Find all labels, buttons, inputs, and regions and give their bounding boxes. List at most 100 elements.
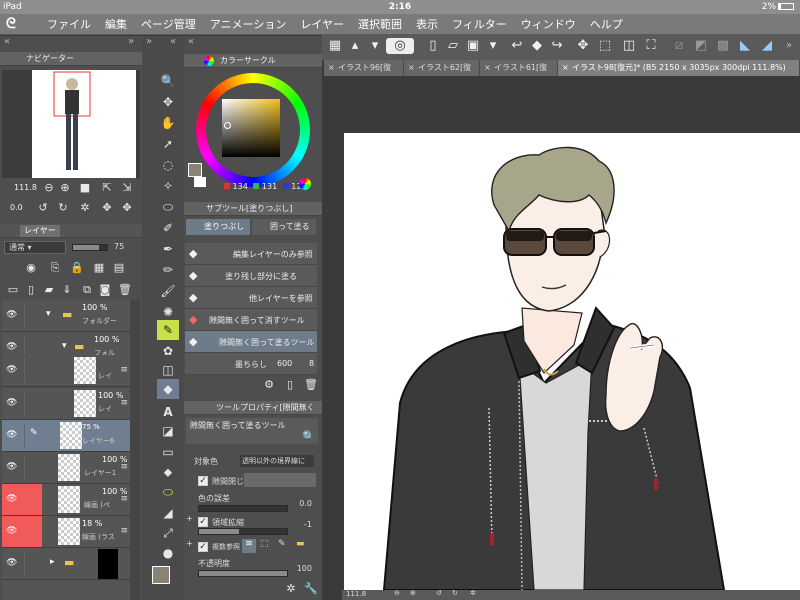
gap-size-selector[interactable] (244, 473, 316, 487)
pen-tool-icon[interactable]: ✒ (157, 239, 179, 259)
subtool-item-selected[interactable]: ◆ 隙間無く囲って塗るツール (185, 331, 317, 353)
layer-menu-icon[interactable]: ≡ (120, 494, 128, 504)
fit-icon[interactable]: ■ (78, 181, 92, 195)
figure-tool-icon[interactable]: ⬭ (157, 482, 179, 502)
gap-close-checkbox[interactable]: ✓ (198, 476, 208, 486)
layer-row[interactable]: 👁 ▾ ▬ 100 % フォルダー (2, 300, 130, 332)
invert-selection-icon[interactable]: ◩ (692, 36, 710, 56)
redo-icon[interactable]: ↪ (548, 36, 566, 56)
layer-row[interactable]: 👁 18 % 線画 (ラス ≡ (2, 516, 130, 548)
layer-row[interactable]: 👁 100 % レイヤー1 ≡ (2, 452, 130, 484)
multi-reference-checkbox[interactable]: ✓ (198, 542, 208, 552)
subtool-item[interactable]: ◆ 編集レイヤーのみ参照 (185, 243, 317, 265)
transform-icon[interactable]: ✥ (574, 36, 592, 56)
rotate-left-icon[interactable]: ↺ (36, 201, 50, 215)
menu-file[interactable]: ファイル (40, 17, 98, 32)
layer-row[interactable]: 👁 100 % レイ ≡ (2, 388, 130, 420)
area-scaling-checkbox[interactable]: ✓ (198, 517, 208, 527)
transfer-down-icon[interactable]: ⇓ (60, 283, 74, 297)
app-logo-icon[interactable]: ᘓ (6, 16, 22, 32)
quick-access-icon[interactable]: ◎ (386, 38, 414, 54)
menu-window[interactable]: ウィンドウ (514, 17, 583, 32)
reference-folder-icon[interactable]: ▬ (296, 539, 305, 549)
mask-layer-icon[interactable]: ▤ (112, 261, 126, 275)
lock-transparency-icon[interactable]: ▦ (92, 261, 106, 275)
layer-opacity-slider[interactable] (72, 244, 108, 251)
open-file-icon[interactable]: ▱ (444, 36, 462, 56)
canvas-tab[interactable]: イラスト96[復 (324, 60, 404, 76)
menu-layer[interactable]: レイヤー (293, 17, 351, 32)
blend-tool-icon[interactable]: ✿ (157, 341, 179, 361)
layer-row[interactable]: 👁 レイ ≡ (2, 355, 130, 387)
scroll-up-icon[interactable]: ▴ (346, 36, 364, 56)
new-subtool-icon[interactable]: ▯ (283, 378, 297, 392)
clip-layer-icon[interactable]: ⎘ (48, 261, 62, 275)
erase-selection-icon[interactable]: ◫ (620, 36, 638, 56)
lock-layer-icon[interactable]: 🔒 (70, 261, 84, 275)
eye-icon[interactable]: 👁 (6, 558, 18, 568)
eye-icon[interactable]: 👁 (6, 342, 18, 352)
eye-icon[interactable]: 👁 (6, 365, 18, 375)
subtool-item[interactable]: ◆ 隙間無く囲って消すツール (185, 309, 317, 331)
color-picker-cursor[interactable] (224, 122, 231, 129)
menu-filter[interactable]: フィルター (445, 17, 514, 32)
reference-layer-icon[interactable]: ⬚ (260, 539, 269, 549)
rotate-right-icon[interactable]: ↻ (56, 201, 70, 215)
balloon-tool-icon[interactable]: ◢ (157, 503, 179, 523)
flip-v-icon[interactable]: ⇲ (120, 181, 134, 195)
eye-icon[interactable]: 👁 (6, 526, 18, 536)
ruler-tool-icon[interactable]: ⬥ (157, 462, 179, 482)
navigator-zoom[interactable]: 111.8 (14, 183, 37, 192)
layer-tab[interactable]: レイヤー (20, 225, 60, 237)
move-tool-icon[interactable]: ✥ (157, 92, 179, 112)
ruler-snap-icon[interactable]: ◣ (736, 36, 754, 56)
selection-tool-icon[interactable]: ⬭ (157, 197, 179, 217)
canvas-paper[interactable] (344, 133, 800, 591)
layer-row-selected[interactable]: 👁 ✎ 75 % レイヤー6 (2, 420, 130, 452)
eye-icon[interactable]: 👁 (6, 310, 18, 320)
menu-view[interactable]: 表示 (409, 17, 445, 32)
lasso-tool-icon[interactable]: ◌ (157, 155, 179, 175)
main-color-swatch[interactable] (152, 566, 170, 584)
rotate-right-icon[interactable]: ↻ (452, 589, 458, 597)
eye-icon[interactable]: 👁 (6, 430, 18, 440)
eyedropper-tool-icon[interactable]: ✐ (157, 218, 179, 238)
saturation-value-square[interactable] (222, 99, 280, 157)
eraser-tool-icon[interactable]: ◫ (157, 360, 179, 380)
menu-edit[interactable]: 編集 (98, 17, 134, 32)
operation-tool-icon[interactable]: ➚ (157, 134, 179, 154)
collapse-middle-icon[interactable]: « (188, 36, 194, 47)
property-reset-icon[interactable]: ✲ (284, 582, 298, 596)
menu-animation[interactable]: アニメーション (203, 17, 294, 32)
layer-menu-icon[interactable]: ≡ (120, 462, 128, 472)
folder-expand-icon[interactable]: ▾ (46, 309, 51, 319)
zoom-in-icon[interactable]: ⊕ (58, 181, 72, 195)
new-folder-icon[interactable]: ▰ (42, 283, 56, 297)
collapse-tools-icon-2[interactable]: « (170, 36, 176, 47)
subtool-item[interactable]: 墨ちらし 600 8 (185, 353, 317, 375)
save-icon[interactable]: ▣ (464, 36, 482, 56)
folder-expand-icon[interactable]: ▾ (62, 341, 67, 351)
reset-rotation-icon[interactable]: ✲ (78, 201, 92, 215)
scale-icon[interactable]: ⛶ (642, 36, 660, 56)
new-file-icon[interactable]: ▯ (424, 36, 442, 56)
fill-tool-icon[interactable]: ◆ (157, 379, 179, 399)
layer-menu-icon[interactable]: ≡ (120, 365, 128, 375)
delete-subtool-icon[interactable]: 🗑 (304, 378, 318, 392)
show-selection-icon[interactable]: ▩ (714, 36, 732, 56)
airbrush-tool-icon[interactable]: ✺ (157, 302, 179, 322)
canvas-tab-active[interactable]: イラスト98[復元]* (B5 2150 x 3035px 300dpi 111… (558, 60, 800, 76)
new-raster-layer-icon[interactable]: ▭ (6, 283, 20, 297)
eye-icon[interactable]: 👁 (6, 462, 18, 472)
menu-selection[interactable]: 選択範囲 (351, 17, 409, 32)
vector-tool-icon[interactable]: ● (157, 543, 179, 563)
tool-search-icon[interactable]: 🔍 (302, 430, 316, 444)
layer-row[interactable]: 👁 ▸ ▬ (2, 548, 130, 580)
deselect-icon[interactable]: ⧄ (670, 36, 688, 56)
frame-tool-icon[interactable]: ▭ (157, 442, 179, 462)
subtool-item[interactable]: ◆ 塗り残し部分に塗る (185, 265, 317, 287)
mirror-icon[interactable]: ✥ (100, 201, 114, 215)
layer-menu-icon[interactable]: ≡ (120, 398, 128, 408)
canvas-tab[interactable]: イラスト62[復 (404, 60, 480, 76)
hand-tool-icon[interactable]: ✋ (157, 113, 179, 133)
